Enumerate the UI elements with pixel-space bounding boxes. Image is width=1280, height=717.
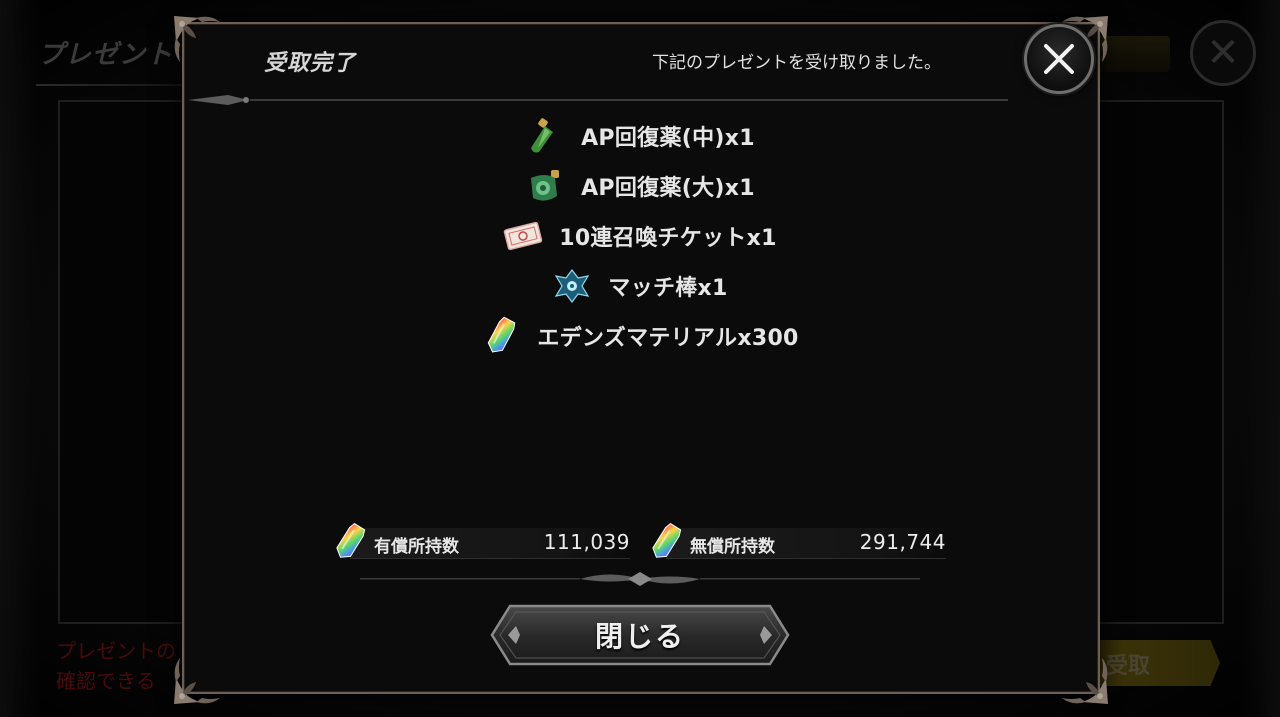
background-receive-label: 受取 [1106,654,1151,679]
match-stick-crest-icon [552,266,592,306]
reward-item: エデンズマテリアルx300 [380,314,900,358]
header-divider [188,95,1008,105]
reward-item: AP回復薬(中)x1 [380,114,900,158]
footer-divider [360,572,920,586]
background-close-icon: ✕ [1190,20,1256,86]
reward-item-label: AP回復薬(大)x1 [581,176,755,201]
green-large-potion-icon [525,166,565,206]
background-title: プレゼント [38,40,174,70]
reward-item-label: マッチ棒x1 [608,276,728,301]
green-potion-bottle-icon [525,116,565,156]
close-dialog-button-label: 閉じる [594,620,685,653]
reward-item-label: 10連召喚チケットx1 [559,226,777,251]
close-dialog-button[interactable]: 閉じる [490,604,790,666]
paid-currency-value: 111,039 [543,530,630,554]
reward-item-label: AP回復薬(中)x1 [581,126,755,151]
background-edge-right [1240,0,1280,717]
paid-currency-counter: 有償所持数 111,039 [330,520,630,564]
reward-list: AP回復薬(中)x1 AP回復薬(大)x1 10連召喚チケットx1 マッチ棒x1… [380,112,900,362]
background-title-underline [36,84,206,86]
rainbow-crystal-icon [652,522,682,558]
frame-corner-ornament-icon [1062,658,1108,704]
reward-item: マッチ棒x1 [380,264,900,308]
frame-corner-ornament-icon [174,16,220,62]
dialog-message: 下記のプレゼントを受け取りました。 [652,53,941,73]
free-currency-counter: 無償所持数 291,744 [646,520,946,564]
background-edge-left [0,0,40,717]
reward-item: AP回復薬(大)x1 [380,164,900,208]
background-notice-line-2: 確認できる [56,669,156,693]
frame-corner-ornament-icon [174,658,220,704]
close-icon [1044,44,1074,74]
dialog-title: 受取完了 [264,51,357,76]
rainbow-crystal-icon [481,316,521,356]
reward-item: 10連召喚チケットx1 [380,214,900,258]
summon-ticket-icon [503,216,543,256]
game-screen: プレゼント ✕ プレゼントの 確認できる 受取 受取完了 下記のプレゼントを受け… [0,0,1280,717]
free-currency-value: 291,744 [859,530,946,554]
reward-item-label: エデンズマテリアルx300 [537,326,799,351]
paid-currency-label: 有償所持数 [374,537,459,557]
background-notice: プレゼントの 確認できる [56,636,176,696]
rainbow-crystal-icon [336,522,366,558]
background-notice-line-1: プレゼントの [56,639,176,663]
free-currency-label: 無償所持数 [690,537,775,557]
close-x-button[interactable] [1024,24,1094,94]
